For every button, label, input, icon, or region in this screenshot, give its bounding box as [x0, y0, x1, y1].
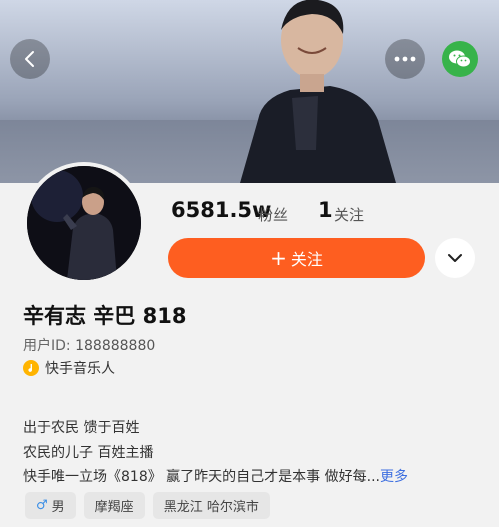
- user-id-label: 用户ID:: [23, 338, 71, 354]
- bio-line-3: 快手唯一立场《818》 赢了昨天的自己才是本事 做好每...更多: [23, 466, 408, 486]
- bio-line-1: 出于农民 馈于百姓: [23, 420, 140, 436]
- profile-banner[interactable]: [0, 0, 499, 183]
- verification-label: 快手音乐人: [45, 361, 115, 377]
- more-dots-icon: [394, 56, 416, 62]
- plus-icon: +: [270, 246, 287, 270]
- more-options-button[interactable]: [385, 39, 425, 79]
- bio-ellipsis: ...: [366, 469, 380, 485]
- zodiac-tag: 摩羯座: [83, 492, 145, 519]
- profile-name: 辛有志 辛巴 818: [23, 304, 187, 328]
- user-id-row[interactable]: 用户ID: 188888880: [23, 335, 155, 355]
- bio-line-3-text: 快手唯一立场《818》 赢了昨天的自己才是本事 做好每: [23, 469, 367, 485]
- avatar[interactable]: [23, 162, 145, 284]
- following-count[interactable]: 1: [318, 198, 333, 222]
- back-icon: [25, 51, 34, 67]
- recommend-dropdown-button[interactable]: [435, 238, 475, 278]
- following-label[interactable]: 关注: [334, 204, 364, 225]
- bio-more-link[interactable]: 更多: [380, 469, 408, 485]
- user-id-value: 188888880: [75, 338, 156, 354]
- chevron-down-icon: [448, 254, 462, 262]
- avatar-photo: [27, 166, 141, 280]
- gender-tag: ♂ 男: [25, 492, 76, 519]
- bio-line-2: 农民的儿子 百姓主播: [23, 445, 154, 461]
- wechat-icon: [449, 50, 471, 68]
- profile-tags: ♂ 男 摩羯座 黑龙江 哈尔滨市: [25, 492, 270, 519]
- gender-label: 男: [51, 500, 65, 515]
- verification-badge[interactable]: 快手音乐人: [23, 358, 115, 378]
- wechat-share-button[interactable]: [442, 41, 478, 77]
- banner-performer-figure: [240, 0, 396, 183]
- follow-button[interactable]: + 关注: [168, 238, 425, 278]
- music-verified-icon: [23, 360, 39, 376]
- fans-count[interactable]: 6581.5w: [171, 198, 271, 222]
- male-icon: ♂: [36, 498, 48, 513]
- location-tag: 黑龙江 哈尔滨市: [152, 492, 270, 519]
- back-button[interactable]: [10, 39, 50, 79]
- follow-button-label: 关注: [290, 250, 323, 269]
- fans-label[interactable]: 粉丝: [258, 204, 288, 225]
